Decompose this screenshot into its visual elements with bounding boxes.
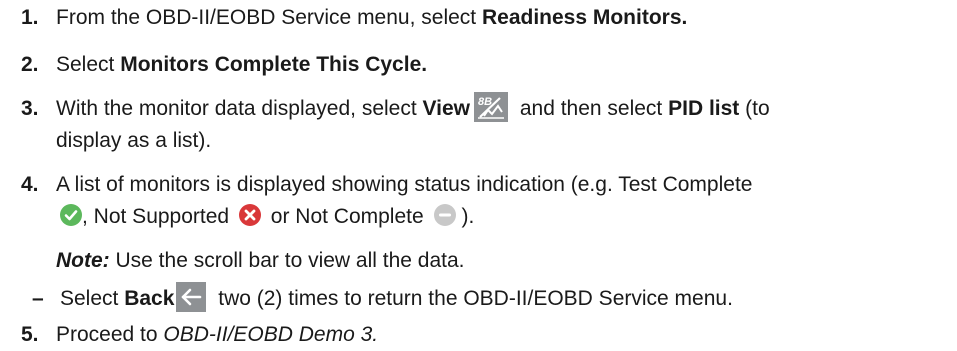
step-number: 5. <box>21 323 39 346</box>
emphasis: Back <box>124 287 175 310</box>
step-number: 4. <box>21 173 39 196</box>
minus-circle-icon <box>433 204 456 227</box>
emphasis: OBD-II/EOBD Demo 3. <box>163 323 379 346</box>
note-text: Note: Use the scroll bar to view all the… <box>56 249 465 272</box>
step-text: A list of monitors is displayed showing … <box>56 173 753 196</box>
dash-bullet: – <box>32 287 44 310</box>
step-text: Proceed to OBD-II/EOBD Demo 3. <box>56 323 379 346</box>
note-label: Note: <box>56 249 110 272</box>
emphasis: PID list <box>668 97 740 120</box>
sub-step-text: Select Back two (2) times to return the … <box>60 282 733 314</box>
step-number: 3. <box>21 97 39 120</box>
status-legend: , Not Supported or Not Complete ). <box>60 202 474 232</box>
step-number: 2. <box>21 53 39 76</box>
step-text: With the monitor data displayed, select … <box>56 92 770 124</box>
check-circle-icon <box>60 204 82 227</box>
step-number: 1. <box>21 6 39 29</box>
step-text: From the OBD-II/EOBD Service menu, selec… <box>56 6 688 29</box>
view-pid-icon: 8B <box>474 92 508 123</box>
emphasis: Readiness Monitors. <box>481 6 688 29</box>
x-circle-icon <box>238 204 261 227</box>
step-text: Select Monitors Complete This Cycle. <box>56 53 428 76</box>
emphasis: View <box>422 97 470 120</box>
step-text: display as a list). <box>56 129 212 152</box>
back-arrow-icon <box>176 282 207 313</box>
emphasis: Monitors Complete This Cycle. <box>120 53 428 76</box>
